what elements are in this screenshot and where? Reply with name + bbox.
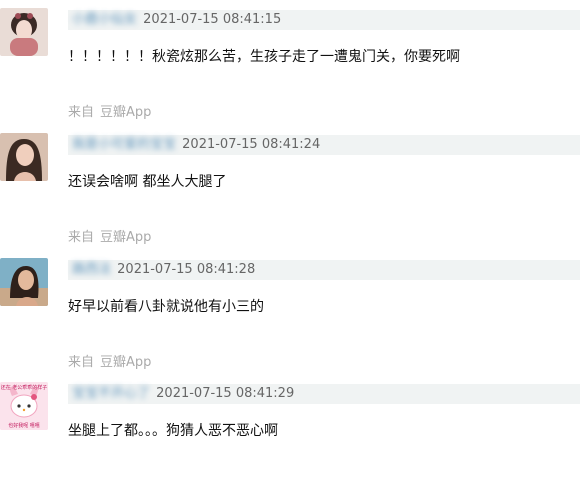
source-prefix: 来自 <box>68 230 95 245</box>
comment-time: 2021-07-15 08:41:29 <box>156 386 295 401</box>
avatar-caption-top: 还在 老公乖乖的样子 <box>1 384 48 391</box>
avatar-image <box>0 258 48 306</box>
source-app: 豆瓣App <box>100 105 152 120</box>
source-app: 豆瓣App <box>100 230 152 245</box>
avatar-caption-bottom: 也好我呢 嘻嘻 <box>8 422 40 429</box>
comment-text: 坐腿上了都。。。狗猜人恶不恶心啊 <box>68 423 278 439</box>
author-name[interactable]: 路西法 <box>68 260 111 280</box>
comment-source: 来自 豆瓣App <box>68 228 151 248</box>
comment-source: 来自 豆瓣App <box>68 353 151 373</box>
avatar[interactable] <box>0 258 48 306</box>
comment-meta: 路西法 2021-07-15 08:41:28 <box>68 260 580 280</box>
source-app: 豆瓣App <box>100 355 152 370</box>
author-name[interactable]: 宝宝不开心了 <box>68 384 150 404</box>
source-prefix: 来自 <box>68 105 95 120</box>
comment-time: 2021-07-15 08:41:15 <box>143 12 282 27</box>
author-name[interactable]: 我是小可爱的宝宝 <box>68 135 176 155</box>
avatar-image <box>0 133 48 181</box>
comment-meta: 我是小可爱的宝宝 2021-07-15 08:41:24 <box>68 135 580 155</box>
avatar[interactable] <box>0 133 48 181</box>
comment-time: 2021-07-15 08:41:28 <box>117 262 256 277</box>
avatar[interactable] <box>0 8 48 56</box>
comment-text: 还误会啥啊 都坐人大腿了 <box>68 174 227 190</box>
comment-source: 来自 豆瓣App <box>68 103 151 123</box>
comment-time: 2021-07-15 08:41:24 <box>182 137 321 152</box>
comment-text: 好早以前看八卦就说他有小三的 <box>68 299 264 315</box>
author-name[interactable]: 小鹿小仙女 <box>68 10 137 30</box>
comment-meta: 小鹿小仙女 2021-07-15 08:41:15 <box>68 10 580 30</box>
avatar-image <box>0 8 48 56</box>
avatar-image: 还在 老公乖乖的样子 也好我呢 嘻嘻 <box>0 382 48 430</box>
comment-meta: 宝宝不开心了 2021-07-15 08:41:29 <box>68 384 580 404</box>
avatar[interactable]: 还在 老公乖乖的样子 也好我呢 嘻嘻 <box>0 382 48 430</box>
comment-text: ！！！！！！秋瓷炫那么苦，生孩子走了一遭鬼门关，你要死啊 <box>68 49 460 65</box>
source-prefix: 来自 <box>68 355 95 370</box>
